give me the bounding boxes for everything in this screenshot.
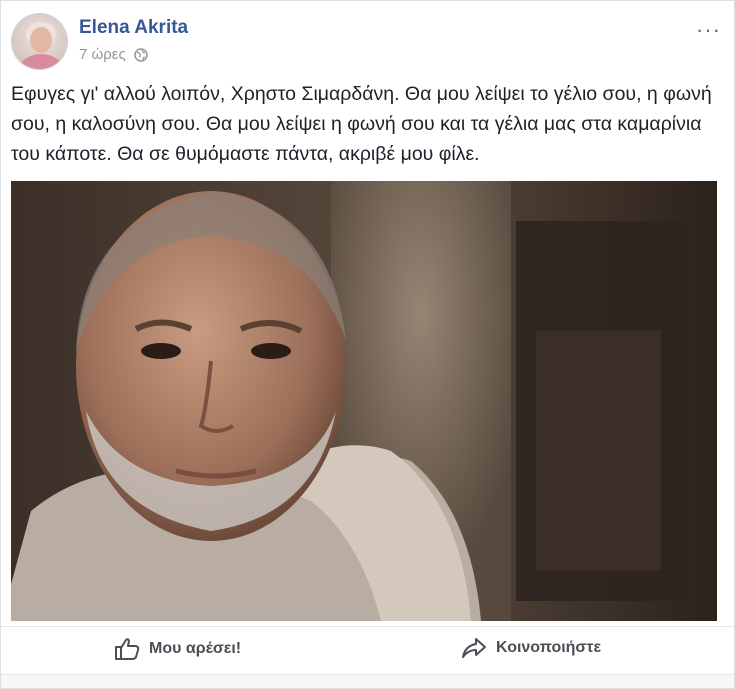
facebook-post: Elena Akrita 7 ώρες ··· Εφυγες γι' αλλού… <box>0 0 735 689</box>
share-label: Κοινοποιήστε <box>496 639 602 656</box>
post-photo[interactable] <box>11 181 717 621</box>
author-avatar[interactable] <box>11 13 68 70</box>
author-name[interactable]: Elena Akrita <box>79 17 188 39</box>
post-text: Εφυγες γι' αλλού λοιπόν, Χρηστο Σιμαρδάν… <box>11 83 712 165</box>
post-meta: 7 ώρες <box>79 46 148 63</box>
share-arrow-icon <box>461 637 487 659</box>
post-actions-bar: Μου αρέσει! Κοινοποιήστε <box>1 626 734 674</box>
globe-icon[interactable] <box>133 47 148 62</box>
post-header: Elena Akrita 7 ώρες ··· <box>11 11 726 71</box>
like-button[interactable]: Μου αρέσει! <box>114 637 241 661</box>
post-timestamp[interactable]: 7 ώρες <box>79 46 126 63</box>
comments-area-edge <box>1 674 734 688</box>
thumbs-up-icon <box>114 637 140 661</box>
like-label: Μου αρέσει! <box>149 640 242 657</box>
post-options-menu-icon[interactable]: ··· <box>696 19 721 41</box>
share-button[interactable]: Κοινοποιήστε <box>461 637 601 659</box>
